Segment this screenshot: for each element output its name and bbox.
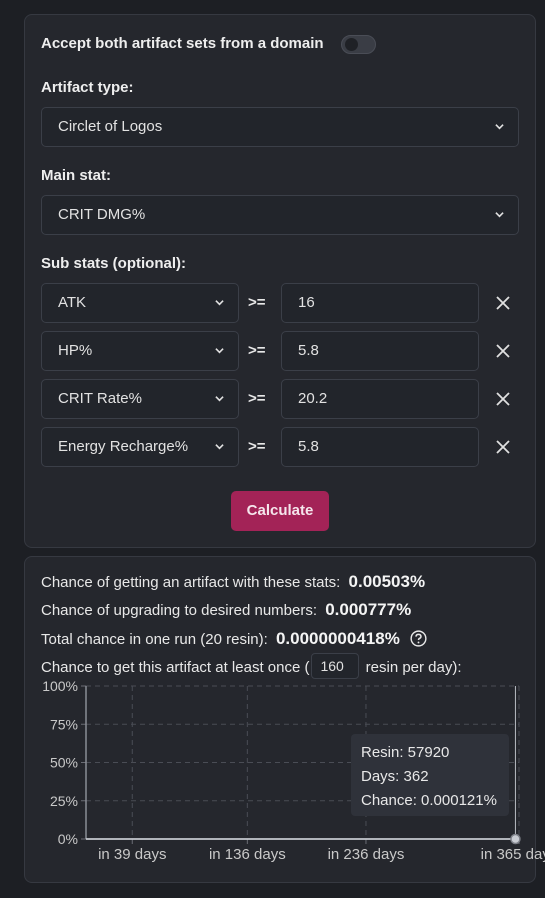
tooltip-days: Days: 362: [361, 768, 429, 785]
tooltip-chance: Chance: 0.000121%: [361, 792, 497, 809]
highlight-point: [510, 833, 521, 845]
x-tick-label: in 236 days: [328, 846, 405, 863]
y-tick-label: 25%: [50, 793, 78, 809]
x-tick-label: in 365 days: [481, 846, 545, 863]
x-tick-label: in 39 days: [98, 846, 166, 863]
y-tick-label: 50%: [50, 755, 78, 771]
tooltip-resin: Resin: 57920: [361, 744, 450, 761]
y-tick-label: 0%: [58, 831, 78, 847]
chart-tooltip: Resin: 57920 Days: 362 Chance: 0.000121%: [351, 734, 509, 816]
x-tick-label: in 136 days: [209, 846, 286, 863]
y-tick-label: 75%: [50, 716, 78, 732]
y-tick-label: 100%: [42, 678, 78, 694]
